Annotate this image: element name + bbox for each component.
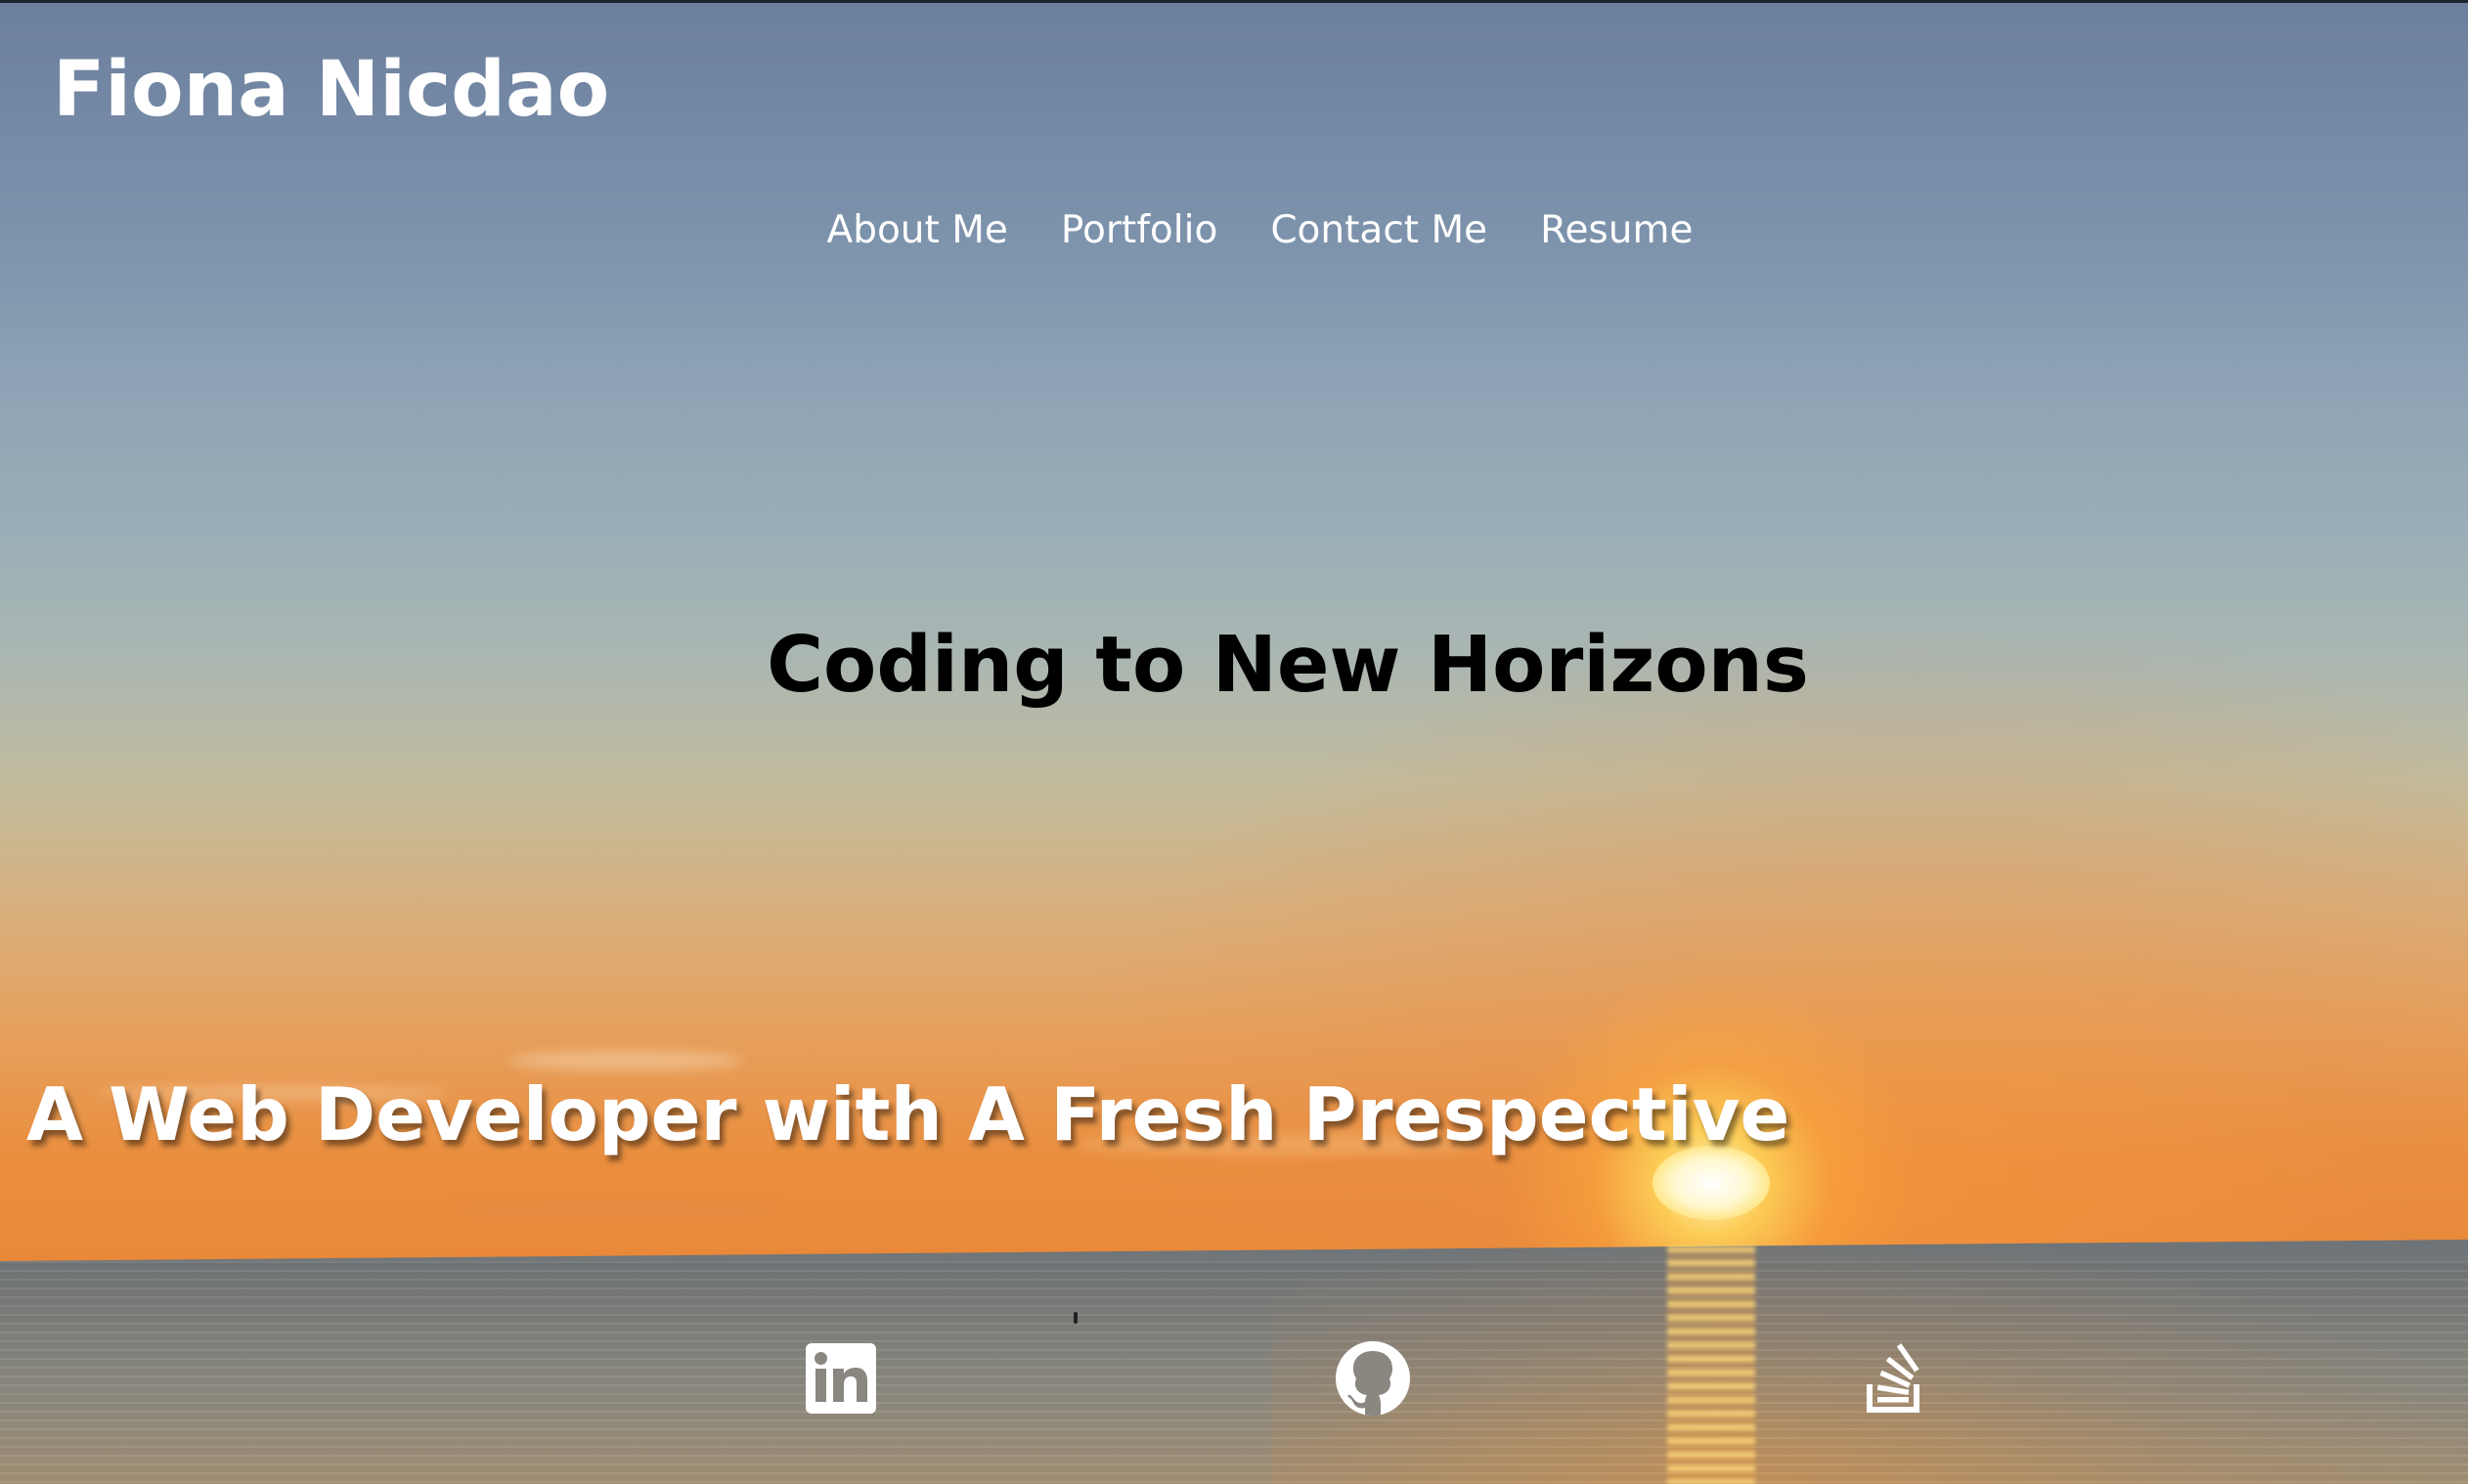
- hero-subtitle: A Web Developer with A Fresh Prespective: [26, 1071, 1790, 1157]
- nav-portfolio[interactable]: Portfolio: [1061, 201, 1217, 260]
- sea-ripples: [0, 1261, 2468, 1484]
- nav-resume[interactable]: Resume: [1540, 201, 1693, 260]
- window-top-border: [0, 0, 2468, 3]
- stackoverflow-icon[interactable]: [1860, 1339, 1938, 1418]
- hero-tagline: Coding to New Horizons: [767, 620, 1809, 710]
- github-icon[interactable]: [1334, 1339, 1412, 1418]
- nav-about-me[interactable]: About Me: [827, 201, 1008, 260]
- site-name[interactable]: Fiona Nicdao: [53, 41, 609, 139]
- hero-section: Fiona Nicdao About Me Portfolio Contact …: [0, 0, 2468, 1484]
- linkedin-icon[interactable]: [802, 1339, 880, 1418]
- sun-reflection: [1667, 1246, 1755, 1484]
- cloud: [450, 1202, 782, 1218]
- distant-figure: [1074, 1312, 1078, 1324]
- nav-contact-me[interactable]: Contact Me: [1270, 201, 1487, 260]
- main-nav: About Me Portfolio Contact Me Resume: [0, 201, 2468, 260]
